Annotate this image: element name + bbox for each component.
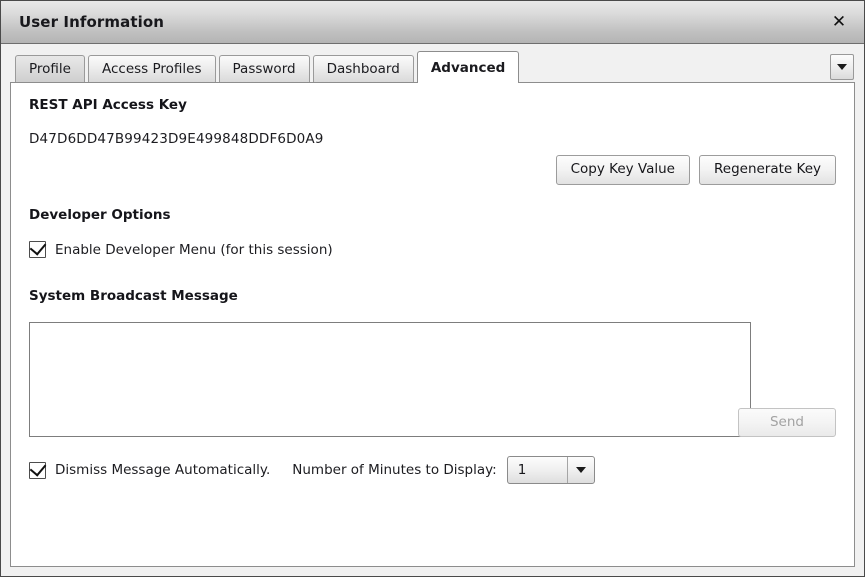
- tab-password[interactable]: Password: [218, 55, 310, 82]
- tab-label: Access Profiles: [101, 61, 202, 77]
- tab-strip-filler: [522, 55, 855, 82]
- broadcast-message-input[interactable]: [29, 322, 751, 437]
- advanced-tab-panel: REST API Access Key D47D6DD47B99423D9E49…: [10, 83, 855, 567]
- dismiss-message-label: Dismiss Message Automatically.: [55, 462, 271, 478]
- tab-overflow-button[interactable]: [830, 54, 854, 80]
- user-information-dialog: User Information ✕ Profile Access Profil…: [0, 0, 865, 577]
- checkmark-icon: [29, 238, 47, 256]
- broadcast-message-area: Send: [29, 322, 836, 437]
- enable-developer-menu-label: Enable Developer Menu (for this session): [55, 241, 333, 258]
- dialog-title: User Information: [19, 13, 165, 31]
- chevron-down-icon: [837, 64, 847, 70]
- rest-api-key-value: D47D6DD47B99423D9E499848DDF6D0A9: [29, 131, 324, 147]
- dialog-body: Profile Access Profiles Password Dashboa…: [1, 44, 864, 576]
- rest-api-heading: REST API Access Key: [29, 97, 187, 113]
- tab-strip: Profile Access Profiles Password Dashboa…: [10, 51, 855, 83]
- chevron-down-icon: [575, 467, 586, 473]
- enable-developer-menu-row[interactable]: Enable Developer Menu (for this session): [29, 238, 836, 258]
- minutes-to-display-value: 1: [517, 462, 527, 478]
- checkmark-icon: [29, 458, 47, 477]
- tab-advanced[interactable]: Advanced: [416, 51, 520, 83]
- regenerate-key-button[interactable]: Regenerate Key: [698, 155, 836, 185]
- tab-label: Advanced: [430, 59, 506, 76]
- minutes-to-display-select[interactable]: 1: [506, 456, 595, 484]
- tab-profile[interactable]: Profile: [15, 55, 85, 82]
- tab-label: Password: [232, 61, 296, 77]
- api-key-actions: Copy Key Value Regenerate Key: [555, 155, 836, 185]
- copy-key-value-button[interactable]: Copy Key Value: [555, 155, 690, 185]
- developer-options-heading: Developer Options: [29, 207, 171, 223]
- enable-developer-menu-checkbox[interactable]: [29, 238, 47, 258]
- send-broadcast-button[interactable]: Send: [738, 408, 836, 437]
- close-icon[interactable]: ✕: [828, 11, 850, 33]
- dismiss-message-row: Dismiss Message Automatically. Number of…: [29, 456, 836, 484]
- minutes-dropdown-button[interactable]: [566, 457, 594, 483]
- dismiss-message-checkbox[interactable]: [29, 458, 47, 479]
- tab-label: Profile: [29, 61, 71, 77]
- minutes-to-display-label: Number of Minutes to Display:: [292, 462, 497, 478]
- dialog-titlebar: User Information ✕: [1, 1, 864, 44]
- tab-label: Dashboard: [326, 61, 400, 77]
- tab-access-profiles[interactable]: Access Profiles: [87, 55, 216, 82]
- tab-dashboard[interactable]: Dashboard: [312, 55, 414, 82]
- system-broadcast-heading: System Broadcast Message: [29, 288, 238, 304]
